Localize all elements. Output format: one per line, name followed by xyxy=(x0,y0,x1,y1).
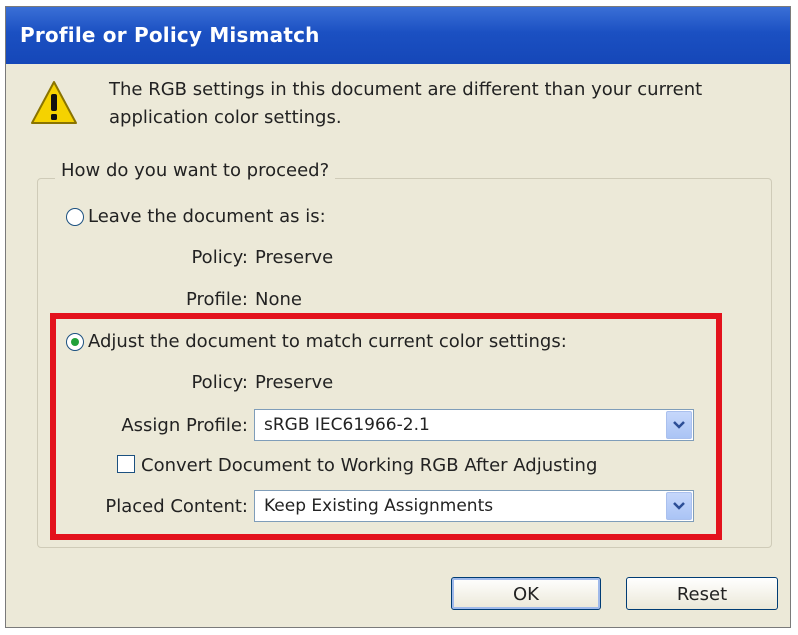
placed-content-value: Keep Existing Assignments xyxy=(264,496,494,516)
groupbox-legend: How do you want to proceed? xyxy=(55,160,336,181)
warning-icon xyxy=(31,81,77,124)
chevron-down-icon xyxy=(673,502,685,510)
adjust-policy-label: Policy: xyxy=(191,372,248,393)
leave-radio[interactable] xyxy=(66,208,84,226)
convert-checkbox[interactable] xyxy=(117,455,135,473)
adjust-radio[interactable] xyxy=(66,333,84,351)
leave-profile-value: None xyxy=(255,289,302,310)
reset-button[interactable]: Reset xyxy=(626,577,778,610)
assign-profile-dropdown[interactable]: sRGB IEC61966-2.1 xyxy=(254,409,694,441)
assign-profile-value: sRGB IEC61966-2.1 xyxy=(264,415,430,435)
dropdown-arrow-button[interactable] xyxy=(666,492,692,520)
title-bar[interactable]: Profile or Policy Mismatch xyxy=(6,7,790,64)
dropdown-arrow-button[interactable] xyxy=(666,411,692,439)
convert-checkbox-label[interactable]: Convert Document to Working RGB After Ad… xyxy=(141,455,597,476)
assign-profile-label: Assign Profile: xyxy=(121,415,248,436)
leave-option-label[interactable]: Leave the document as is: xyxy=(88,206,326,227)
leave-policy-label: Policy: xyxy=(191,247,248,268)
chevron-down-icon xyxy=(673,421,685,429)
leave-profile-label: Profile: xyxy=(185,289,248,310)
adjust-policy-value: Preserve xyxy=(255,372,334,393)
placed-content-dropdown[interactable]: Keep Existing Assignments xyxy=(254,490,694,522)
dialog-message: The RGB settings in this document are di… xyxy=(109,79,703,128)
dialog-title: Profile or Policy Mismatch xyxy=(20,23,320,47)
adjust-option-label[interactable]: Adjust the document to match current col… xyxy=(88,331,567,352)
placed-content-label: Placed Content: xyxy=(105,496,248,517)
leave-policy-value: Preserve xyxy=(255,247,334,268)
ok-button[interactable]: OK xyxy=(451,577,601,610)
